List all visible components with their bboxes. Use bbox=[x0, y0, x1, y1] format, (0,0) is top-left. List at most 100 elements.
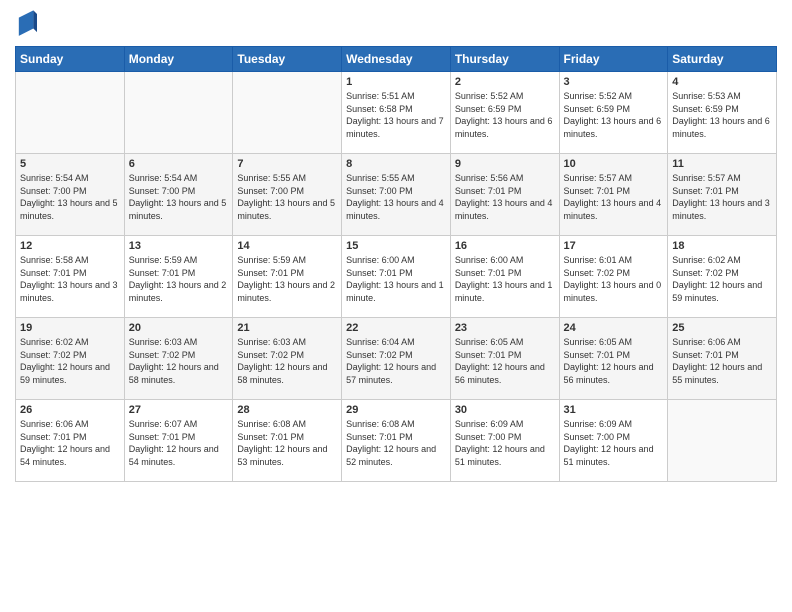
cell-info: Sunrise: 6:09 AMSunset: 7:00 PMDaylight:… bbox=[455, 419, 545, 467]
day-number: 8 bbox=[346, 158, 446, 170]
cell-info: Sunrise: 5:52 AMSunset: 6:59 PMDaylight:… bbox=[564, 91, 662, 139]
cell-info: Sunrise: 6:06 AMSunset: 7:01 PMDaylight:… bbox=[672, 337, 762, 385]
calendar-cell: 21Sunrise: 6:03 AMSunset: 7:02 PMDayligh… bbox=[233, 318, 342, 400]
day-number: 25 bbox=[672, 322, 772, 334]
cell-info: Sunrise: 5:57 AMSunset: 7:01 PMDaylight:… bbox=[564, 173, 662, 221]
cell-info: Sunrise: 5:54 AMSunset: 7:00 PMDaylight:… bbox=[129, 173, 227, 221]
calendar-cell: 8 Sunrise: 5:55 AMSunset: 7:00 PMDaylight… bbox=[342, 154, 451, 236]
cell-info: Sunrise: 5:59 AMSunset: 7:01 PMDaylight:… bbox=[129, 255, 227, 303]
day-number: 31 bbox=[564, 404, 664, 416]
day-number: 6 bbox=[129, 158, 229, 170]
day-number: 11 bbox=[672, 158, 772, 170]
cell-info: Sunrise: 5:54 AMSunset: 7:00 PMDaylight:… bbox=[20, 173, 118, 221]
day-header-sunday: Sunday bbox=[16, 47, 125, 72]
calendar-week-2: 5 Sunrise: 5:54 AMSunset: 7:00 PMDaylight… bbox=[16, 154, 777, 236]
day-number: 26 bbox=[20, 404, 120, 416]
calendar-cell: 29 Sunrise: 6:08 AMSunset: 7:01 PMDayligh… bbox=[342, 400, 451, 482]
calendar-cell bbox=[233, 72, 342, 154]
day-number: 4 bbox=[672, 76, 772, 88]
cell-info: Sunrise: 6:02 AMSunset: 7:02 PMDaylight:… bbox=[672, 255, 762, 303]
cell-info: Sunrise: 6:08 AMSunset: 7:01 PMDaylight:… bbox=[237, 419, 327, 467]
header bbox=[15, 10, 777, 38]
logo-icon bbox=[17, 10, 37, 38]
day-number: 12 bbox=[20, 240, 120, 252]
calendar-week-3: 12 Sunrise: 5:58 AMSunset: 7:01 PMDayligh… bbox=[16, 236, 777, 318]
cell-info: Sunrise: 5:59 AMSunset: 7:01 PMDaylight:… bbox=[237, 255, 335, 303]
calendar-cell: 24Sunrise: 6:05 AMSunset: 7:01 PMDayligh… bbox=[559, 318, 668, 400]
day-number: 27 bbox=[129, 404, 229, 416]
calendar-cell: 9 Sunrise: 5:56 AMSunset: 7:01 PMDaylight… bbox=[450, 154, 559, 236]
calendar-cell: 13 Sunrise: 5:59 AMSunset: 7:01 PMDayligh… bbox=[124, 236, 233, 318]
calendar-cell: 18Sunrise: 6:02 AMSunset: 7:02 PMDayligh… bbox=[668, 236, 777, 318]
calendar-cell: 7Sunrise: 5:55 AMSunset: 7:00 PMDaylight… bbox=[233, 154, 342, 236]
calendar-cell: 19 Sunrise: 6:02 AMSunset: 7:02 PMDayligh… bbox=[16, 318, 125, 400]
day-number: 7 bbox=[237, 158, 337, 170]
calendar-cell: 3 Sunrise: 5:52 AMSunset: 6:59 PMDaylight… bbox=[559, 72, 668, 154]
day-number: 22 bbox=[346, 322, 446, 334]
day-header-saturday: Saturday bbox=[668, 47, 777, 72]
cell-info: Sunrise: 6:05 AMSunset: 7:01 PMDaylight:… bbox=[455, 337, 545, 385]
calendar-cell: 27 Sunrise: 6:07 AMSunset: 7:01 PMDayligh… bbox=[124, 400, 233, 482]
day-number: 28 bbox=[237, 404, 337, 416]
calendar-cell bbox=[124, 72, 233, 154]
day-number: 23 bbox=[455, 322, 555, 334]
cell-info: Sunrise: 6:02 AMSunset: 7:02 PMDaylight:… bbox=[20, 337, 110, 385]
day-header-friday: Friday bbox=[559, 47, 668, 72]
calendar-week-5: 26Sunrise: 6:06 AMSunset: 7:01 PMDayligh… bbox=[16, 400, 777, 482]
calendar-cell: 11 Sunrise: 5:57 AMSunset: 7:01 PMDayligh… bbox=[668, 154, 777, 236]
calendar-cell: 5 Sunrise: 5:54 AMSunset: 7:00 PMDaylight… bbox=[16, 154, 125, 236]
cell-info: Sunrise: 6:00 AMSunset: 7:01 PMDaylight:… bbox=[346, 255, 444, 303]
cell-info: Sunrise: 6:00 AMSunset: 7:01 PMDaylight:… bbox=[455, 255, 553, 303]
cell-info: Sunrise: 5:58 AMSunset: 7:01 PMDaylight:… bbox=[20, 255, 118, 303]
day-number: 19 bbox=[20, 322, 120, 334]
calendar-cell: 26Sunrise: 6:06 AMSunset: 7:01 PMDayligh… bbox=[16, 400, 125, 482]
day-number: 1 bbox=[346, 76, 446, 88]
cell-info: Sunrise: 6:01 AMSunset: 7:02 PMDaylight:… bbox=[564, 255, 662, 303]
day-header-monday: Monday bbox=[124, 47, 233, 72]
day-number: 2 bbox=[455, 76, 555, 88]
cell-info: Sunrise: 6:08 AMSunset: 7:01 PMDaylight:… bbox=[346, 419, 436, 467]
day-number: 20 bbox=[129, 322, 229, 334]
cell-info: Sunrise: 6:07 AMSunset: 7:01 PMDaylight:… bbox=[129, 419, 219, 467]
calendar-cell: 22Sunrise: 6:04 AMSunset: 7:02 PMDayligh… bbox=[342, 318, 451, 400]
calendar-cell: 6 Sunrise: 5:54 AMSunset: 7:00 PMDaylight… bbox=[124, 154, 233, 236]
calendar-cell: 17 Sunrise: 6:01 AMSunset: 7:02 PMDayligh… bbox=[559, 236, 668, 318]
day-number: 14 bbox=[237, 240, 337, 252]
calendar-cell: 16 Sunrise: 6:00 AMSunset: 7:01 PMDayligh… bbox=[450, 236, 559, 318]
calendar-cell: 25 Sunrise: 6:06 AMSunset: 7:01 PMDayligh… bbox=[668, 318, 777, 400]
day-header-tuesday: Tuesday bbox=[233, 47, 342, 72]
day-number: 30 bbox=[455, 404, 555, 416]
calendar-cell: 14 Sunrise: 5:59 AMSunset: 7:01 PMDayligh… bbox=[233, 236, 342, 318]
day-number: 17 bbox=[564, 240, 664, 252]
cell-info: Sunrise: 5:55 AMSunset: 7:00 PMDaylight:… bbox=[346, 173, 444, 221]
calendar-cell: 12 Sunrise: 5:58 AMSunset: 7:01 PMDayligh… bbox=[16, 236, 125, 318]
calendar-cell: 28 Sunrise: 6:08 AMSunset: 7:01 PMDayligh… bbox=[233, 400, 342, 482]
page: SundayMondayTuesdayWednesdayThursdayFrid… bbox=[0, 0, 792, 612]
day-number: 13 bbox=[129, 240, 229, 252]
day-number: 5 bbox=[20, 158, 120, 170]
calendar-cell: 2 Sunrise: 5:52 AMSunset: 6:59 PMDaylight… bbox=[450, 72, 559, 154]
day-header-thursday: Thursday bbox=[450, 47, 559, 72]
cell-info: Sunrise: 5:53 AMSunset: 6:59 PMDaylight:… bbox=[672, 91, 770, 139]
calendar-cell: 30 Sunrise: 6:09 AMSunset: 7:00 PMDayligh… bbox=[450, 400, 559, 482]
cell-info: Sunrise: 6:09 AMSunset: 7:00 PMDaylight:… bbox=[564, 419, 654, 467]
day-number: 3 bbox=[564, 76, 664, 88]
day-number: 9 bbox=[455, 158, 555, 170]
cell-info: Sunrise: 6:03 AMSunset: 7:02 PMDaylight:… bbox=[129, 337, 219, 385]
logo bbox=[15, 10, 37, 38]
cell-info: Sunrise: 6:05 AMSunset: 7:01 PMDaylight:… bbox=[564, 337, 654, 385]
cell-info: Sunrise: 5:57 AMSunset: 7:01 PMDaylight:… bbox=[672, 173, 770, 221]
calendar-cell: 10Sunrise: 5:57 AMSunset: 7:01 PMDayligh… bbox=[559, 154, 668, 236]
calendar-week-4: 19 Sunrise: 6:02 AMSunset: 7:02 PMDayligh… bbox=[16, 318, 777, 400]
day-number: 15 bbox=[346, 240, 446, 252]
cell-info: Sunrise: 5:52 AMSunset: 6:59 PMDaylight:… bbox=[455, 91, 553, 139]
calendar-cell: 15 Sunrise: 6:00 AMSunset: 7:01 PMDayligh… bbox=[342, 236, 451, 318]
cell-info: Sunrise: 6:03 AMSunset: 7:02 PMDaylight:… bbox=[237, 337, 327, 385]
calendar-cell: 4 Sunrise: 5:53 AMSunset: 6:59 PMDaylight… bbox=[668, 72, 777, 154]
calendar-cell: 23 Sunrise: 6:05 AMSunset: 7:01 PMDayligh… bbox=[450, 318, 559, 400]
cell-info: Sunrise: 5:56 AMSunset: 7:01 PMDaylight:… bbox=[455, 173, 553, 221]
calendar-week-1: 1Sunrise: 5:51 AMSunset: 6:58 PMDaylight… bbox=[16, 72, 777, 154]
day-number: 29 bbox=[346, 404, 446, 416]
calendar-cell: 31 Sunrise: 6:09 AMSunset: 7:00 PMDayligh… bbox=[559, 400, 668, 482]
day-number: 16 bbox=[455, 240, 555, 252]
